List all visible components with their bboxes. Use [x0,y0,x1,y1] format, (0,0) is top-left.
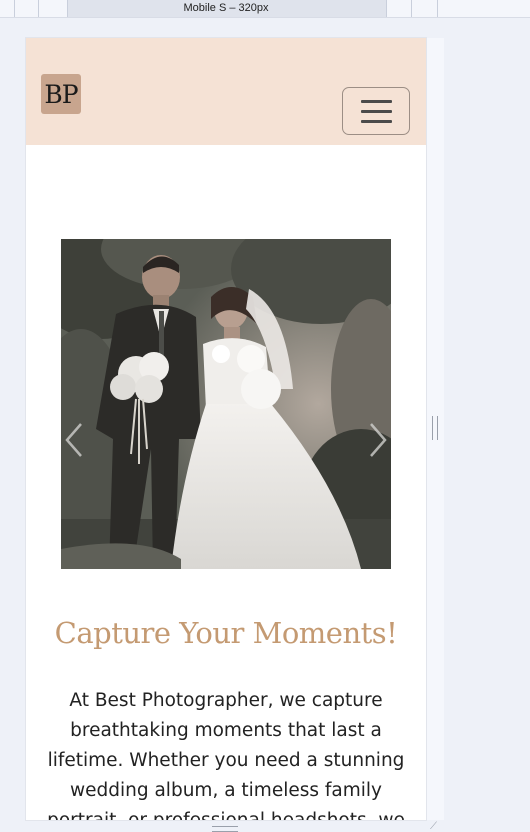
device-size-label: Mobile S – 320px [183,2,269,14]
hero-carousel [61,239,391,569]
device-toolbar-ruler: Mobile S – 320px [0,0,530,18]
chevron-right-icon[interactable] [367,422,389,458]
ruler-segment[interactable] [14,0,15,17]
intro-paragraph: At Best Photographer, we capture breatht… [47,690,405,820]
logo[interactable]: BP [41,74,81,114]
menu-toggle-button[interactable] [342,87,410,135]
wedding-couple-photo [61,239,391,569]
ruler-segment[interactable] [411,0,412,17]
resize-handle-bottom[interactable] [212,826,238,832]
site-header: BP [26,38,426,145]
resize-handle-right[interactable] [432,416,438,440]
chevron-left-icon[interactable] [63,422,85,458]
resize-corner-icon[interactable]: ⟋ [430,822,442,832]
hero-headline: Capture Your Moments! [54,616,398,650]
device-viewport: BP Capture Your Moments! At Best Photogr… [26,38,426,820]
ruler-segment[interactable] [437,0,438,17]
ruler-segment[interactable] [38,0,39,17]
